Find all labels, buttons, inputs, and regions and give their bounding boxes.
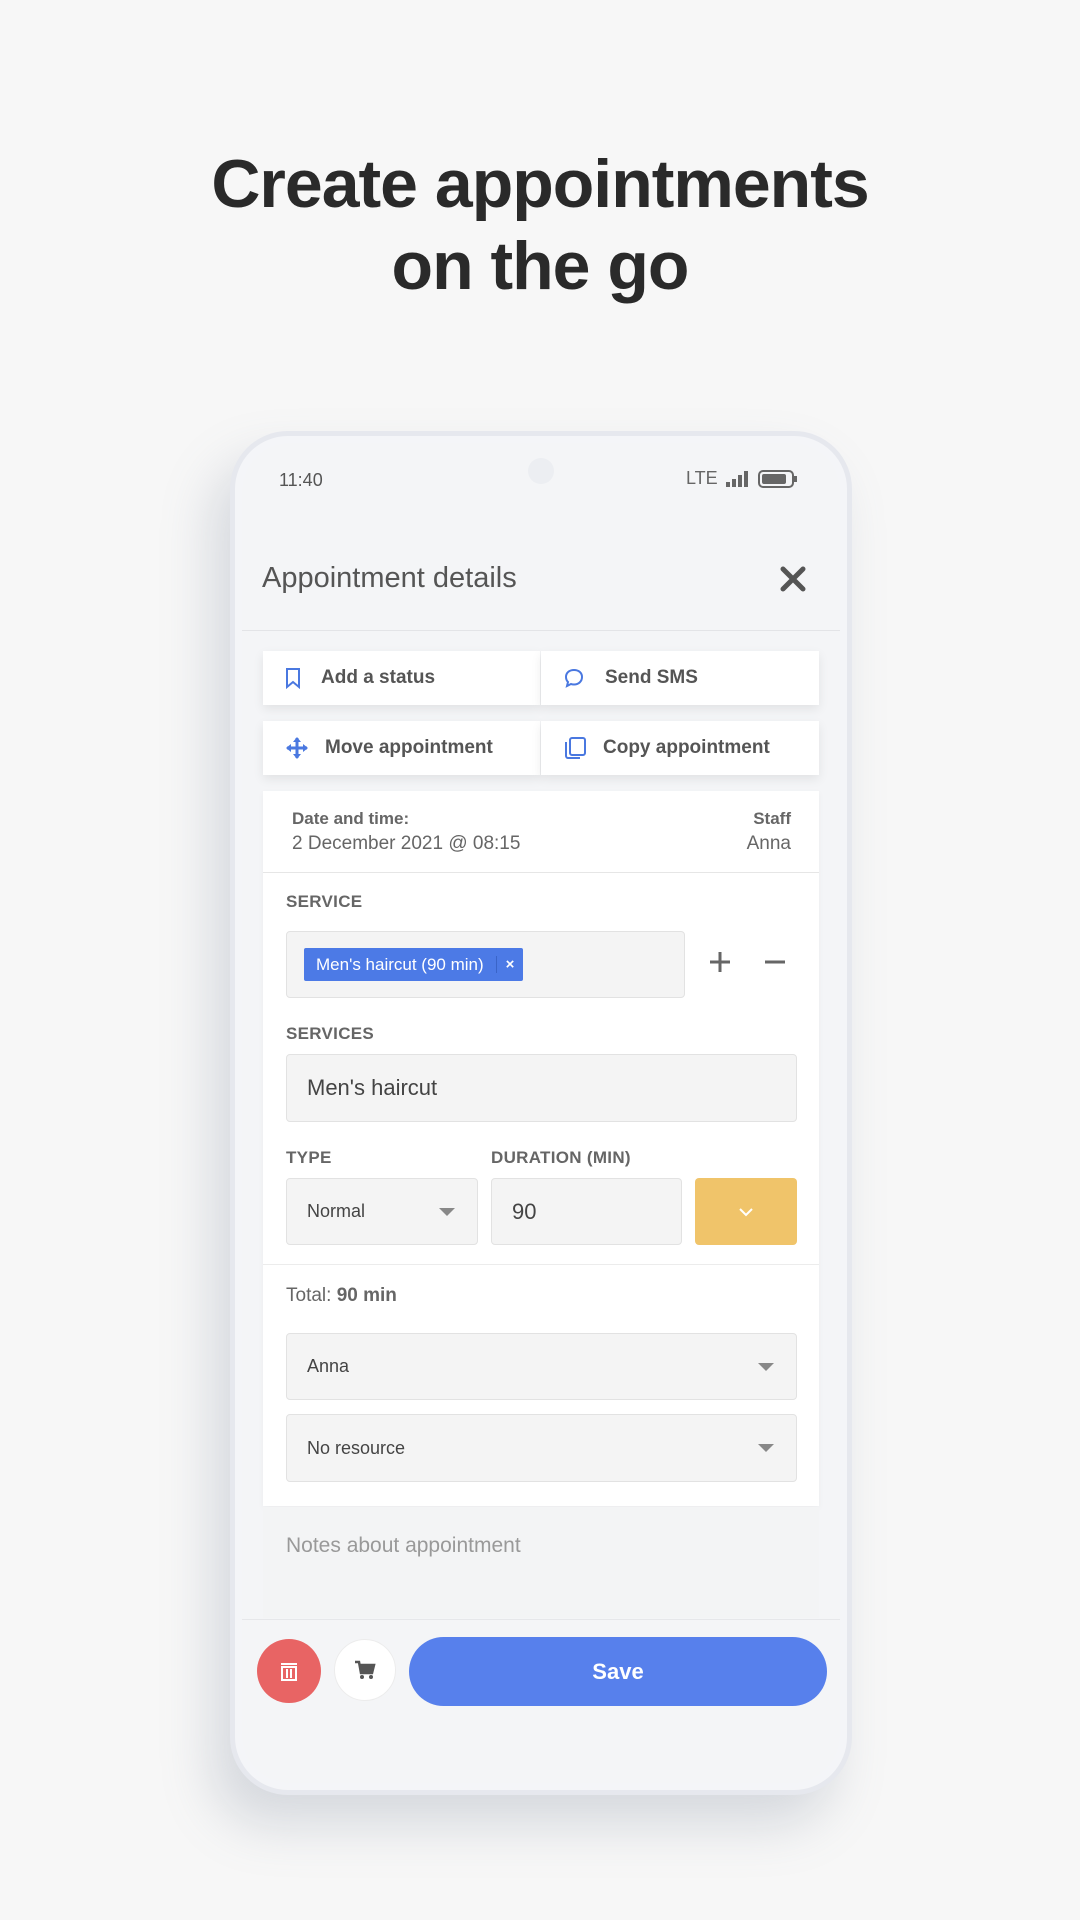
service-label: SERVICE [286, 892, 363, 911]
total-label: Total: [286, 1285, 332, 1306]
date-label: Date and time: [292, 809, 410, 828]
close-icon[interactable] [779, 565, 807, 593]
copy-appointment-button[interactable]: Copy appointment [541, 721, 819, 775]
copy-appointment-label: Copy appointment [603, 737, 770, 758]
signal-icon [725, 470, 748, 487]
services-value: Men's haircut [307, 1075, 438, 1100]
cart-button[interactable] [334, 1639, 396, 1701]
save-button[interactable]: Save [409, 1637, 827, 1706]
type-value: Normal [307, 1201, 366, 1221]
headline: Create appointments on the go [0, 143, 1080, 307]
service-chip-label: Men's haircut (90 min) [316, 954, 484, 974]
type-select[interactable]: Normal [286, 1178, 478, 1245]
divider [242, 630, 840, 631]
headline-line2: on the go [391, 228, 690, 304]
send-sms-button[interactable]: Send SMS [541, 651, 819, 705]
divider [263, 872, 819, 873]
divider [263, 1264, 819, 1265]
chip-remove-icon[interactable]: × [495, 956, 524, 973]
divider [242, 1619, 840, 1620]
delete-button[interactable] [257, 1639, 321, 1703]
notes-textarea[interactable] [263, 1507, 819, 1618]
status-icons: LTE [686, 468, 798, 489]
send-sms-label: Send SMS [605, 667, 698, 688]
chat-bubble-icon [564, 668, 584, 688]
type-label: TYPE [286, 1148, 332, 1167]
total: Total: 90 min [286, 1285, 397, 1307]
duration-label: DURATION (MIN) [491, 1148, 631, 1167]
resource-select-value: No resource [307, 1437, 406, 1458]
notes-placeholder: Notes about appointment [286, 1534, 521, 1557]
bookmark-icon [286, 668, 300, 689]
staff-value: Anna [746, 833, 791, 854]
status-time: 11:40 [279, 470, 323, 490]
date-value[interactable]: 2 December 2021 @ 08:15 [292, 833, 520, 855]
duration-dropdown-button[interactable] [695, 1178, 797, 1245]
copy-icon [565, 737, 586, 759]
service-chip: Men's haircut (90 min) × [304, 948, 524, 981]
add-status-label: Add a status [321, 667, 436, 688]
service-input[interactable]: Men's haircut (90 min) × [286, 931, 685, 998]
move-appointment-label: Move appointment [325, 737, 493, 758]
plus-icon[interactable] [708, 950, 732, 974]
staff-label: Staff [753, 809, 791, 828]
camera [528, 458, 554, 484]
move-arrows-icon [286, 737, 308, 759]
trash-icon [281, 1663, 297, 1681]
battery-icon [757, 469, 797, 488]
save-label: Save [592, 1658, 644, 1684]
staff-select[interactable]: Anna [286, 1333, 797, 1400]
cart-icon [355, 1660, 376, 1679]
minus-icon[interactable] [763, 950, 787, 974]
chevron-down-icon [739, 1207, 753, 1216]
resource-select[interactable]: No resource [286, 1414, 797, 1482]
headline-line1: Create appointments [211, 146, 869, 222]
total-value: 90 min [336, 1285, 397, 1306]
page-title: Appointment details [262, 562, 517, 594]
caret-down-icon [439, 1207, 455, 1216]
add-status-button[interactable]: Add a status [263, 651, 540, 705]
staff-select-value: Anna [307, 1356, 350, 1376]
duration-input[interactable]: 90 [491, 1178, 682, 1245]
duration-value: 90 [512, 1198, 537, 1224]
network-label: LTE [686, 468, 718, 488]
caret-down-icon [758, 1362, 774, 1371]
services-input[interactable]: Men's haircut [286, 1054, 797, 1122]
caret-down-icon [758, 1444, 774, 1452]
services-label: SERVICES [286, 1024, 375, 1043]
move-appointment-button[interactable]: Move appointment [263, 721, 540, 775]
